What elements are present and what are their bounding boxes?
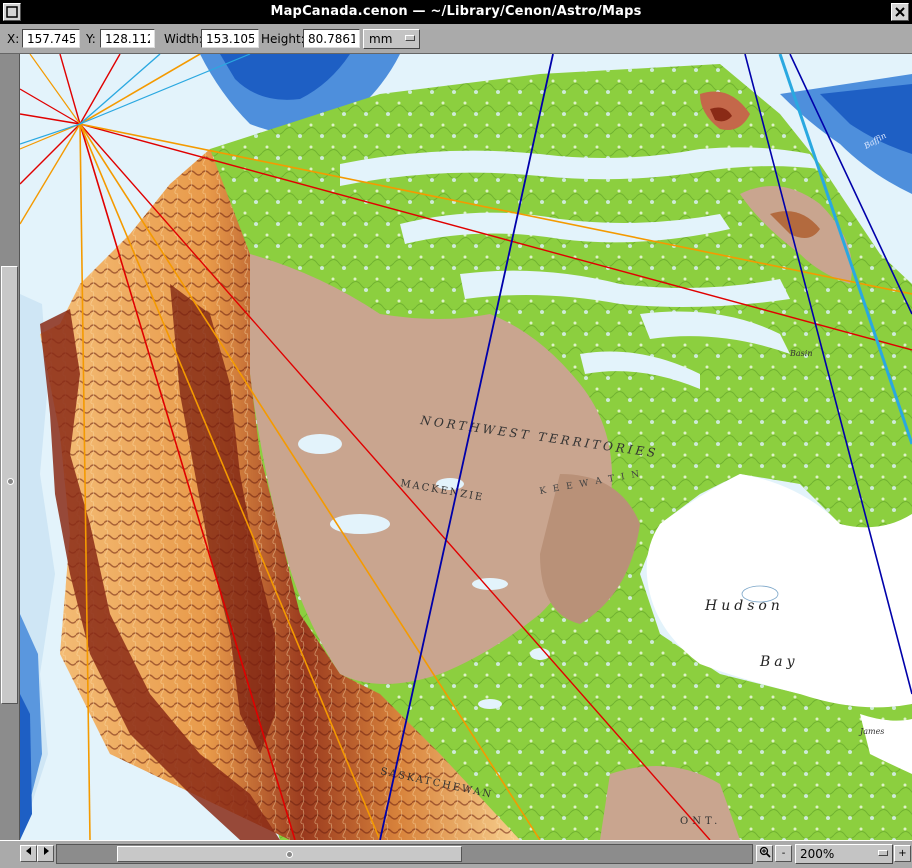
label-james: James: [858, 727, 884, 736]
label-bay: Bay: [759, 654, 799, 670]
zoom-tool-button[interactable]: [756, 845, 773, 862]
zoom-in-button[interactable]: +: [894, 845, 911, 862]
label-ont: ONT.: [680, 816, 721, 827]
arrow-right-icon: [43, 847, 49, 855]
width-field[interactable]: [201, 29, 259, 48]
map-canvas[interactable]: NORTHWEST TERRITORIES MACKENZIE Hudson B…: [20, 54, 912, 840]
bottom-statusbar: - 200% +: [0, 840, 912, 868]
zoom-out-button[interactable]: -: [775, 845, 792, 862]
knob-dimple-icon: [7, 478, 14, 485]
unit-popup-button[interactable]: mm: [363, 29, 420, 49]
vertical-scroll-knob[interactable]: [1, 266, 18, 704]
x-label: X:: [7, 32, 20, 46]
scroll-left-button[interactable]: [20, 845, 37, 862]
knob-dimple-icon: [286, 851, 293, 858]
height-field[interactable]: [303, 29, 360, 48]
canada-map: NORTHWEST TERRITORIES MACKENZIE Hudson B…: [20, 54, 912, 840]
zoom-value: 200%: [800, 847, 835, 861]
popup-handle-icon: [878, 850, 888, 856]
y-label: Y:: [86, 32, 96, 46]
label-hudson: Hudson: [704, 598, 784, 614]
horizontal-scroll-knob[interactable]: [117, 846, 462, 862]
label-basin: Basin: [789, 349, 812, 358]
width-label: Width:: [164, 32, 203, 46]
arrow-left-icon: [25, 847, 31, 855]
close-button[interactable]: [891, 3, 909, 21]
x-field[interactable]: [22, 29, 80, 48]
y-field[interactable]: [100, 29, 155, 48]
scroll-right-button[interactable]: [37, 845, 54, 862]
coordinate-toolbar: X: Y: Width: Height: mm: [0, 24, 912, 54]
zoom-popup-button[interactable]: 200%: [795, 844, 893, 864]
unit-value: mm: [369, 32, 393, 46]
window-titlebar[interactable]: MapCanada.cenon — ~/Library/Cenon/Astro/…: [0, 0, 912, 24]
window-title: MapCanada.cenon — ~/Library/Cenon/Astro/…: [270, 4, 642, 19]
popup-handle-icon: [405, 35, 415, 41]
vertical-scrollbar[interactable]: [0, 54, 20, 840]
close-icon: [895, 7, 905, 17]
magnifier-icon: [759, 846, 771, 858]
horizontal-scrollbar[interactable]: [56, 844, 753, 864]
height-label: Height:: [261, 32, 305, 46]
